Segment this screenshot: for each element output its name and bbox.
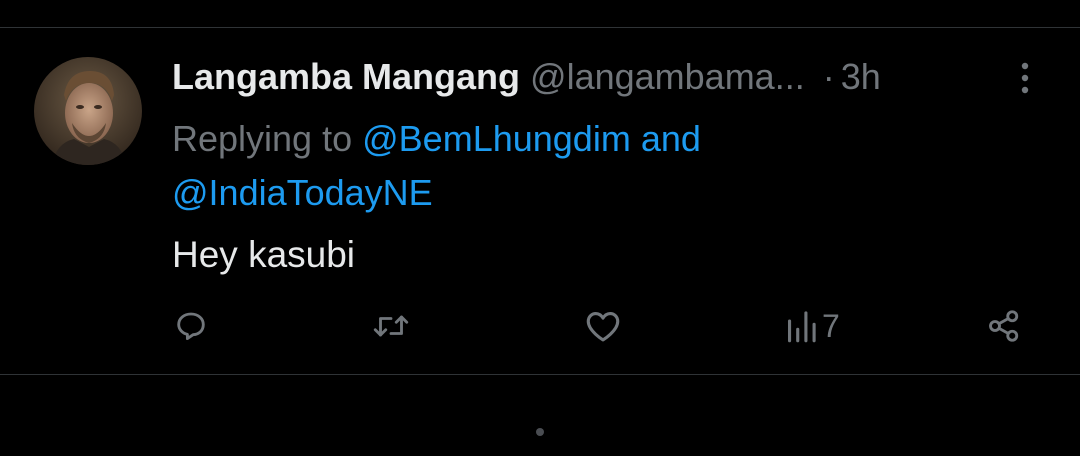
share-button[interactable]: [985, 300, 1023, 352]
more-vertical-icon: [1021, 62, 1029, 94]
share-icon: [989, 310, 1019, 342]
replying-to-line: Replying to @BemLhungdim and @IndiaToday…: [172, 112, 932, 220]
views-icon: [787, 311, 816, 343]
like-button[interactable]: [583, 300, 623, 352]
retweet-button[interactable]: [370, 300, 412, 352]
tweet-header: Langamba Mangang @langambama... · 3h: [172, 55, 881, 99]
mention-link[interactable]: @IndiaTodayNE: [172, 172, 433, 213]
tweet-text: Hey kasubi: [172, 234, 356, 275]
views-count: 7: [822, 308, 840, 344]
comment-icon: [177, 312, 205, 341]
top-divider: [0, 27, 1080, 28]
user-avatar-icon: [34, 57, 142, 165]
more-options-button[interactable]: [1007, 58, 1043, 98]
bottom-divider: [0, 374, 1080, 375]
views-button[interactable]: 7: [784, 300, 840, 352]
scroll-indicator-dot: [536, 428, 544, 436]
reply-button[interactable]: [173, 300, 209, 352]
replying-prefix: Replying to: [172, 118, 353, 159]
author-display-name[interactable]: Langamba Mangang: [172, 56, 520, 97]
heart-icon: [586, 312, 620, 342]
retweet-icon: [373, 315, 409, 337]
author-avatar[interactable]: [34, 57, 142, 165]
replying-joiner[interactable]: and: [641, 118, 701, 159]
mention-link[interactable]: @BemLhungdim: [362, 118, 631, 159]
separator-dot: ·: [822, 56, 835, 97]
author-handle[interactable]: @langambama...: [530, 56, 805, 97]
tweet-timestamp[interactable]: 3h: [841, 56, 881, 97]
